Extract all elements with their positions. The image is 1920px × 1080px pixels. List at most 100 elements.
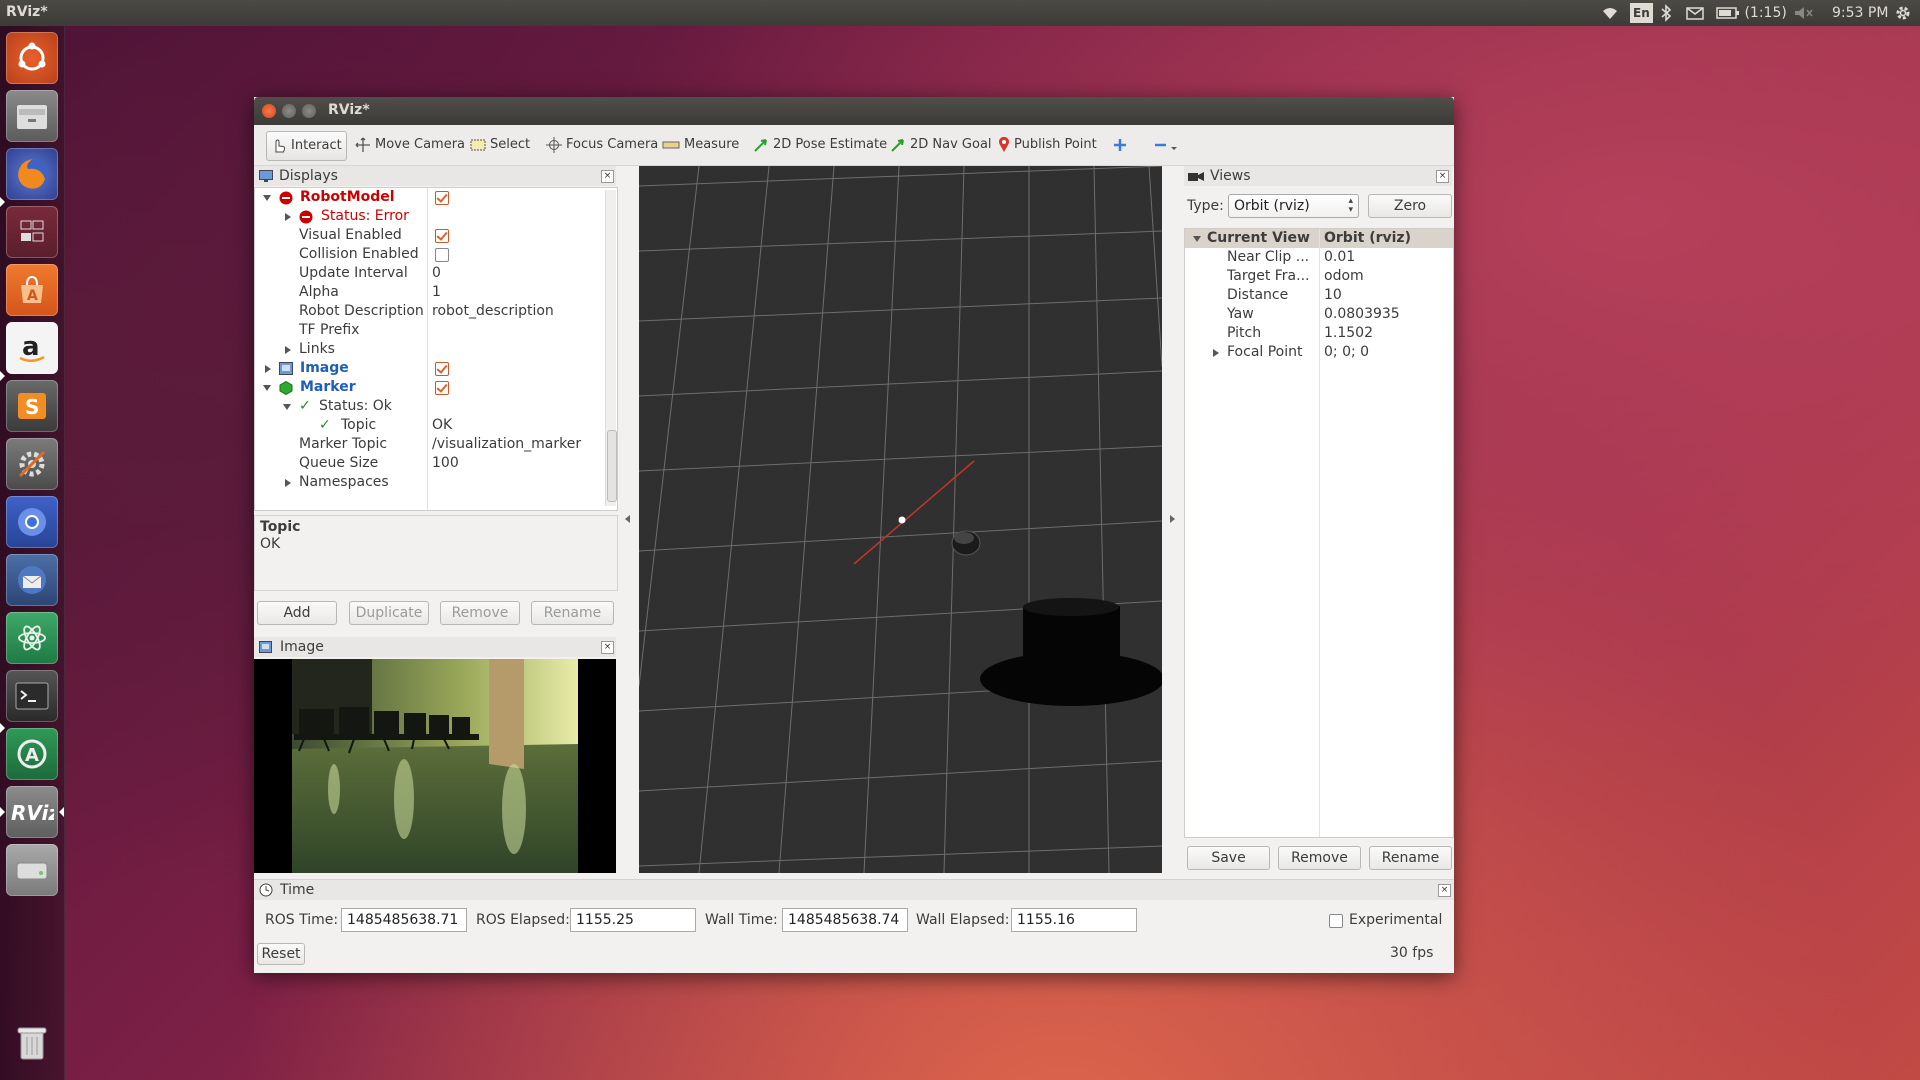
right-dock-collapse-arrow[interactable] — [1170, 515, 1175, 523]
workspaces-icon[interactable] — [6, 206, 58, 258]
remove-view-button[interactable]: Remove — [1278, 846, 1361, 870]
expand-arrow-icon[interactable] — [265, 365, 271, 373]
wall-elapsed-field[interactable]: 1155.16 — [1011, 908, 1137, 932]
displays-scrollbar[interactable] — [605, 190, 617, 506]
visual-enabled-checkbox[interactable] — [435, 229, 449, 243]
focus-camera-tool[interactable]: Focus Camera — [542, 131, 662, 159]
maximize-window-button[interactable] — [302, 104, 316, 118]
yaw-value[interactable]: 0.0803935 — [1324, 305, 1400, 324]
files-icon[interactable] — [6, 90, 58, 142]
wifi-icon[interactable] — [1600, 3, 1620, 23]
wall-time-field[interactable]: 1485485638.74 — [782, 908, 908, 932]
time-dock-title[interactable]: Time × — [254, 879, 1454, 900]
reset-time-button[interactable]: Reset — [257, 943, 305, 965]
disk-drive-icon[interactable] — [6, 844, 58, 896]
displays-dock-title[interactable]: Displays × — [254, 166, 616, 186]
target-frame-value[interactable]: odom — [1324, 267, 1364, 286]
view-row-target-frame[interactable]: Target Fra... odom — [1185, 267, 1453, 286]
sound-muted-icon[interactable] — [1794, 3, 1814, 23]
firefox-icon[interactable] — [6, 148, 58, 200]
display-row-tf-prefix[interactable]: TF Prefix — [255, 321, 600, 340]
add-tool-button[interactable] — [1109, 131, 1135, 159]
view-row-distance[interactable]: Distance 10 — [1185, 286, 1453, 305]
measure-tool[interactable]: Measure — [658, 131, 743, 159]
experimental-checkbox[interactable] — [1329, 914, 1343, 928]
remove-display-button[interactable]: Remove — [440, 601, 520, 625]
save-view-button[interactable]: Save — [1187, 846, 1270, 870]
display-row-robot-description[interactable]: Robot Description robot_description — [255, 302, 600, 321]
rename-display-button[interactable]: Rename — [531, 601, 614, 625]
system-settings-icon[interactable] — [6, 438, 58, 490]
software-updater-icon[interactable]: A — [6, 728, 58, 780]
minimize-window-button[interactable] — [282, 104, 296, 118]
battery-indicator[interactable]: (1:15) — [1716, 3, 1787, 23]
left-dock-collapse-arrow[interactable] — [625, 515, 630, 523]
update-interval-value[interactable]: 0 — [432, 264, 441, 283]
remove-tool-button[interactable] — [1150, 131, 1186, 159]
marker-topic-value[interactable]: /visualization_marker — [432, 435, 581, 454]
display-row-collision-enabled[interactable]: Collision Enabled — [255, 245, 600, 264]
robotmodel-checkbox[interactable] — [435, 191, 449, 205]
publish-point-tool[interactable]: Publish Point — [994, 131, 1101, 159]
keyboard-layout-indicator[interactable]: En — [1630, 3, 1653, 23]
alpha-value[interactable]: 1 — [432, 283, 441, 302]
displays-scrollbar-thumb[interactable] — [607, 430, 617, 502]
select-tool[interactable]: Select — [466, 131, 534, 159]
time-close-icon[interactable]: × — [1438, 884, 1451, 897]
display-row-image[interactable]: Image — [255, 359, 600, 378]
queue-size-value[interactable]: 100 — [432, 454, 459, 473]
expand-arrow-icon[interactable] — [285, 479, 291, 487]
collision-enabled-checkbox[interactable] — [435, 248, 449, 262]
add-display-button[interactable]: Add — [257, 601, 337, 625]
focal-point-value[interactable]: 0; 0; 0 — [1324, 343, 1369, 362]
display-row-namespaces[interactable]: Namespaces — [255, 473, 600, 492]
expand-arrow-icon[interactable] — [283, 404, 291, 410]
ros-time-field[interactable]: 1485485638.71 — [341, 908, 467, 932]
distance-value[interactable]: 10 — [1324, 286, 1342, 305]
move-camera-tool[interactable]: Move Camera — [351, 131, 469, 159]
expand-arrow-icon[interactable] — [285, 213, 291, 221]
amazon-icon[interactable]: a — [6, 322, 58, 374]
expand-arrow-icon[interactable] — [1213, 349, 1219, 357]
clock[interactable]: 9:53 PM — [1832, 3, 1888, 23]
display-row-topic[interactable]: ✓ Topic OK — [255, 416, 600, 435]
expand-arrow-icon[interactable] — [285, 346, 291, 354]
display-row-visual-enabled[interactable]: Visual Enabled — [255, 226, 600, 245]
pose-estimate-tool[interactable]: 2D Pose Estimate — [749, 131, 891, 159]
close-window-button[interactable] — [262, 104, 276, 118]
display-row-alpha[interactable]: Alpha 1 — [255, 283, 600, 302]
trash-icon[interactable] — [6, 1016, 58, 1068]
view-row-current-view[interactable]: Current View Orbit (rviz) — [1185, 229, 1453, 248]
pitch-value[interactable]: 1.1502 — [1324, 324, 1373, 343]
atom-icon[interactable] — [6, 612, 58, 664]
software-center-icon[interactable]: A — [6, 264, 58, 316]
ros-elapsed-field[interactable]: 1155.25 — [570, 908, 696, 932]
image-close-icon[interactable]: × — [601, 641, 614, 654]
bluetooth-icon[interactable] — [1660, 3, 1672, 23]
image-checkbox[interactable] — [435, 362, 449, 376]
chromium-icon[interactable] — [6, 496, 58, 548]
display-row-status-ok[interactable]: ✓ Status: Ok — [255, 397, 600, 416]
display-row-queue-size[interactable]: Queue Size 100 — [255, 454, 600, 473]
display-row-robotmodel[interactable]: RobotModel — [255, 188, 600, 207]
robot-description-value[interactable]: robot_description — [432, 302, 554, 321]
duplicate-display-button[interactable]: Duplicate — [349, 601, 429, 625]
view-row-near-clip[interactable]: Near Clip ... 0.01 — [1185, 248, 1453, 267]
view-row-focal-point[interactable]: Focal Point 0; 0; 0 — [1185, 343, 1453, 362]
nav-goal-tool[interactable]: 2D Nav Goal — [886, 131, 996, 159]
display-row-status-error[interactable]: Status: Error — [255, 207, 600, 226]
rviz-icon[interactable]: RViz — [6, 786, 58, 838]
gear-icon[interactable] — [1894, 3, 1912, 23]
sublime-text-icon[interactable]: S — [6, 380, 58, 432]
mail-icon[interactable] — [1686, 3, 1704, 23]
display-row-update-interval[interactable]: Update Interval 0 — [255, 264, 600, 283]
view-row-yaw[interactable]: Yaw 0.0803935 — [1185, 305, 1453, 324]
window-titlebar[interactable]: RViz* — [254, 97, 1454, 125]
marker-checkbox[interactable] — [435, 381, 449, 395]
display-row-marker-topic[interactable]: Marker Topic /visualization_marker — [255, 435, 600, 454]
view-row-pitch[interactable]: Pitch 1.1502 — [1185, 324, 1453, 343]
view-type-dropdown[interactable]: Orbit (rviz) ▴ ▾ — [1228, 194, 1359, 218]
rename-view-button[interactable]: Rename — [1369, 846, 1452, 870]
zero-view-button[interactable]: Zero — [1368, 194, 1452, 218]
ubuntu-dash-icon[interactable] — [6, 32, 58, 84]
